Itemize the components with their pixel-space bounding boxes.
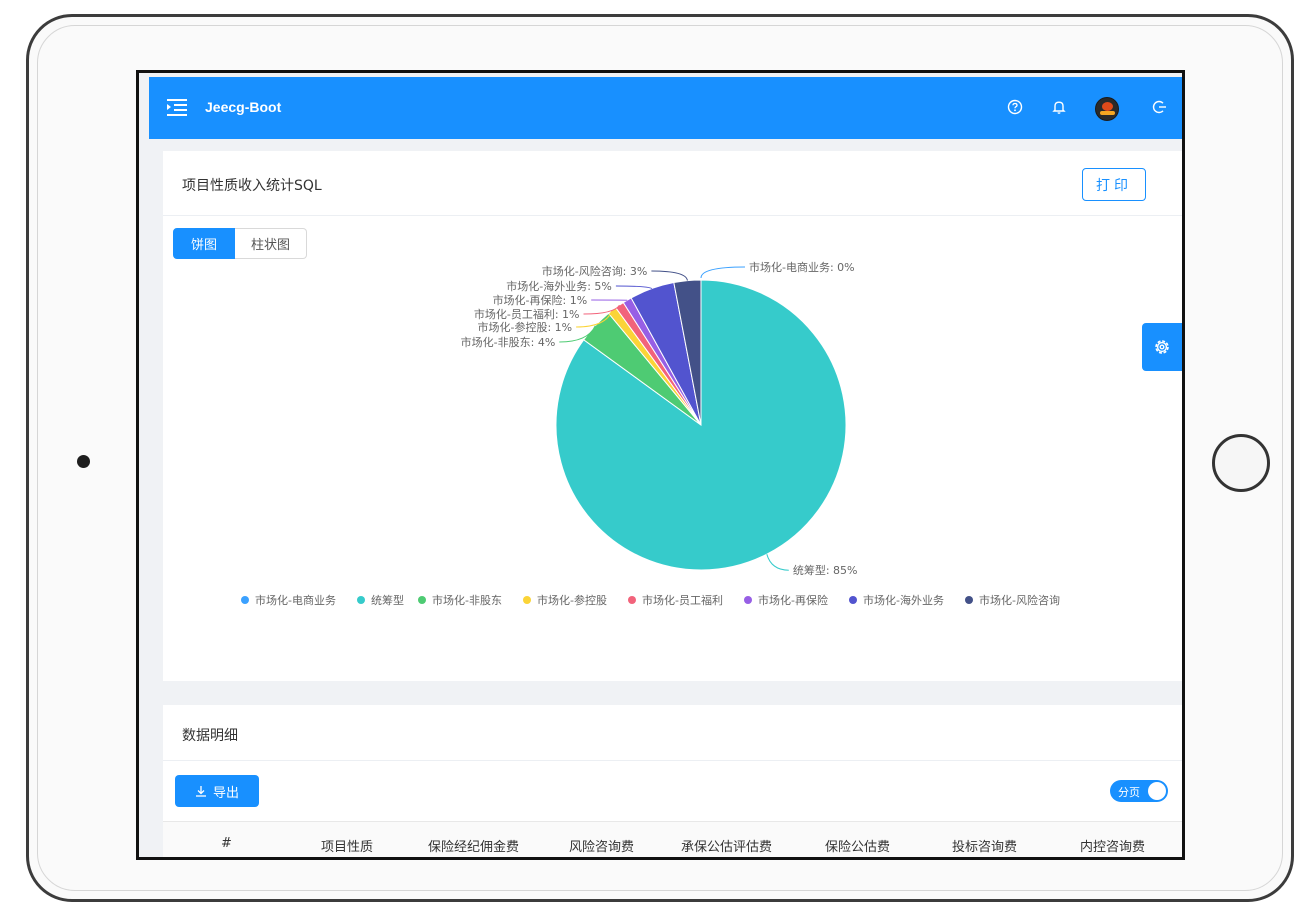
column-header[interactable]: # <box>221 836 232 851</box>
slice-label: 市场化-非股东: 4% <box>461 335 556 349</box>
tablet-home-button <box>1212 434 1270 492</box>
chart-card: 项目性质收入统计SQL 打印 饼图 柱状图 市场化-电商业务: 0% 统筹型: 8… <box>163 151 1182 681</box>
legend-item[interactable]: 市场化-风险咨询 <box>979 593 1060 607</box>
avatar[interactable] <box>1095 97 1119 121</box>
menu-unfold-icon[interactable] <box>166 97 188 117</box>
legend-item[interactable]: 市场化-非股东 <box>432 593 502 607</box>
slice-label: 市场化-风险咨询: 3% <box>542 264 648 278</box>
slice-label: 统筹型: 85% <box>793 563 858 577</box>
table-header-row: # 项目性质 保险经纪佣金费 风险咨询费 承保公估评估费 保险公估费 投标咨询费… <box>163 821 1182 857</box>
legend-item[interactable]: 市场化-再保险 <box>758 593 828 607</box>
app-screen: Jeecg-Boot 项目性质收入统计SQL 打印 饼图 柱状图 市场化-电商业… <box>136 70 1185 860</box>
pie-chart: 市场化-电商业务: 0% 统筹型: 85% 市场化-非股东: 4%市场化-参控股: … <box>241 260 1060 607</box>
logout-icon[interactable] <box>1150 97 1170 117</box>
question-circle-icon[interactable] <box>1005 97 1025 117</box>
label-leader-line <box>615 285 653 290</box>
legend-item[interactable]: 市场化-电商业务 <box>255 593 336 607</box>
legend-marker[interactable] <box>628 596 636 604</box>
pagination-toggle-label: 分页 <box>1118 786 1140 799</box>
toggle-knob <box>1148 782 1166 800</box>
download-icon <box>195 786 206 797</box>
legend-item[interactable]: 统筹型 <box>371 593 404 607</box>
tablet-camera <box>77 455 90 468</box>
data-detail-title: 数据明细 <box>182 728 238 744</box>
label-leader-line <box>700 266 746 279</box>
legend-item[interactable]: 市场化-海外业务 <box>863 593 944 607</box>
legend-marker[interactable] <box>241 596 249 604</box>
column-header[interactable]: 投标咨询费 <box>952 836 1017 855</box>
export-button[interactable]: 导出 <box>175 775 259 807</box>
pagination-toggle[interactable]: 分页 <box>1110 780 1168 802</box>
slice-label: 市场化-海外业务: 5% <box>506 279 612 293</box>
data-detail-card: 数据明细 导出 分页 # 项目性质 保险经纪佣金费 风险咨询费 承保公估评估费 … <box>163 705 1182 857</box>
legend-item[interactable]: 市场化-参控股 <box>537 593 607 607</box>
settings-button[interactable] <box>1142 323 1182 371</box>
column-header[interactable]: 承保公估评估费 <box>681 836 772 855</box>
app-title: Jeecg-Boot <box>205 99 282 115</box>
legend-marker[interactable] <box>849 596 857 604</box>
column-header[interactable]: 保险经纪佣金费 <box>428 836 519 855</box>
legend-marker[interactable] <box>965 596 973 604</box>
data-detail-header: 数据明细 <box>163 705 1182 761</box>
export-button-label: 导出 <box>212 785 239 801</box>
column-header[interactable]: 项目性质 <box>321 836 373 855</box>
legend-marker[interactable] <box>523 596 531 604</box>
legend-marker[interactable] <box>357 596 365 604</box>
top-header: Jeecg-Boot <box>149 77 1182 139</box>
column-header[interactable]: 风险咨询费 <box>569 836 634 855</box>
label-leader-line <box>651 270 688 281</box>
slice-label: 市场化-员工福利: 1% <box>474 307 580 321</box>
label-leader-line <box>766 554 789 571</box>
gear-icon <box>1155 340 1169 354</box>
column-header[interactable]: 保险公估费 <box>825 836 890 855</box>
legend-item[interactable]: 市场化-员工福利 <box>642 593 723 607</box>
column-header[interactable]: 内控咨询费 <box>1080 836 1145 855</box>
slice-label: 市场化-参控股: 1% <box>478 320 573 334</box>
bell-icon[interactable] <box>1049 97 1069 117</box>
slice-label: 市场化-再保险: 1% <box>493 293 588 307</box>
slice-label: 市场化-电商业务: 0% <box>749 260 855 274</box>
legend-marker[interactable] <box>744 596 752 604</box>
legend-marker[interactable] <box>418 596 426 604</box>
